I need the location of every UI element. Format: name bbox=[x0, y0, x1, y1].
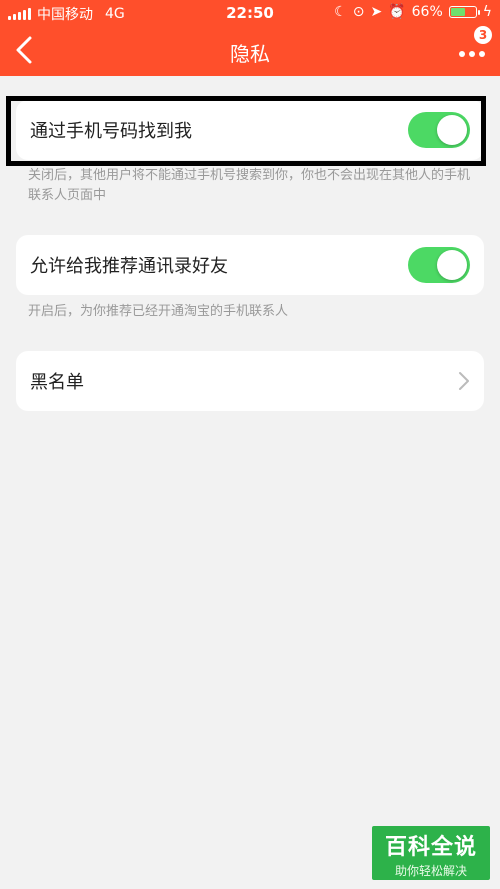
location-icon: ➤ bbox=[370, 4, 383, 20]
chevron-right-icon bbox=[459, 372, 469, 390]
blacklist-row[interactable]: 黑名单 bbox=[16, 351, 484, 411]
setting-recommend-contacts: 允许给我推荐通讯录好友 bbox=[16, 235, 484, 295]
setting-find-by-phone: 通过手机号码找到我 bbox=[16, 100, 484, 160]
setting-label: 黑名单 bbox=[30, 372, 84, 393]
setting-hint: 开启后，为你推荐已经开通淘宝的手机联系人 bbox=[28, 304, 289, 319]
page-title: 隐私 bbox=[230, 42, 270, 66]
alarm-icon: ⏰ bbox=[388, 4, 406, 20]
watermark-subtitle: 助你轻松解决 bbox=[394, 864, 467, 878]
setting-label: 允许给我推荐通讯录好友 bbox=[30, 256, 228, 277]
moon-icon: ☾ bbox=[334, 4, 347, 20]
battery-percent: 66% bbox=[411, 4, 443, 20]
setting-label: 通过手机号码找到我 bbox=[30, 121, 192, 142]
status-right: ☾ ⊙ ➤ ⏰ 66% ϟ bbox=[334, 4, 492, 20]
find-by-phone-toggle[interactable] bbox=[408, 112, 470, 148]
toggle-knob bbox=[437, 250, 467, 280]
watermark-title: 百科全说 bbox=[384, 835, 477, 860]
status-bar: 中国移动 4G 22:50 ☾ ⊙ ➤ ⏰ 66% ϟ bbox=[0, 0, 500, 26]
header-bar: 中国移动 4G 22:50 ☾ ⊙ ➤ ⏰ 66% ϟ 隐私 3 bbox=[0, 0, 500, 76]
toggle-knob bbox=[437, 115, 467, 145]
notification-badge: 3 bbox=[474, 26, 492, 44]
watermark-logo: 百科全说 助你轻松解决 bbox=[372, 826, 490, 880]
rotation-lock-icon: ⊙ bbox=[352, 4, 365, 20]
setting-hint: 关闭后，其他用户将不能通过手机号搜索到你，你也不会出现在其他人的手机联系人页面中 bbox=[28, 168, 471, 203]
recommend-contacts-toggle[interactable] bbox=[408, 247, 470, 283]
battery-icon bbox=[448, 6, 480, 18]
charging-icon: ϟ bbox=[482, 4, 492, 20]
